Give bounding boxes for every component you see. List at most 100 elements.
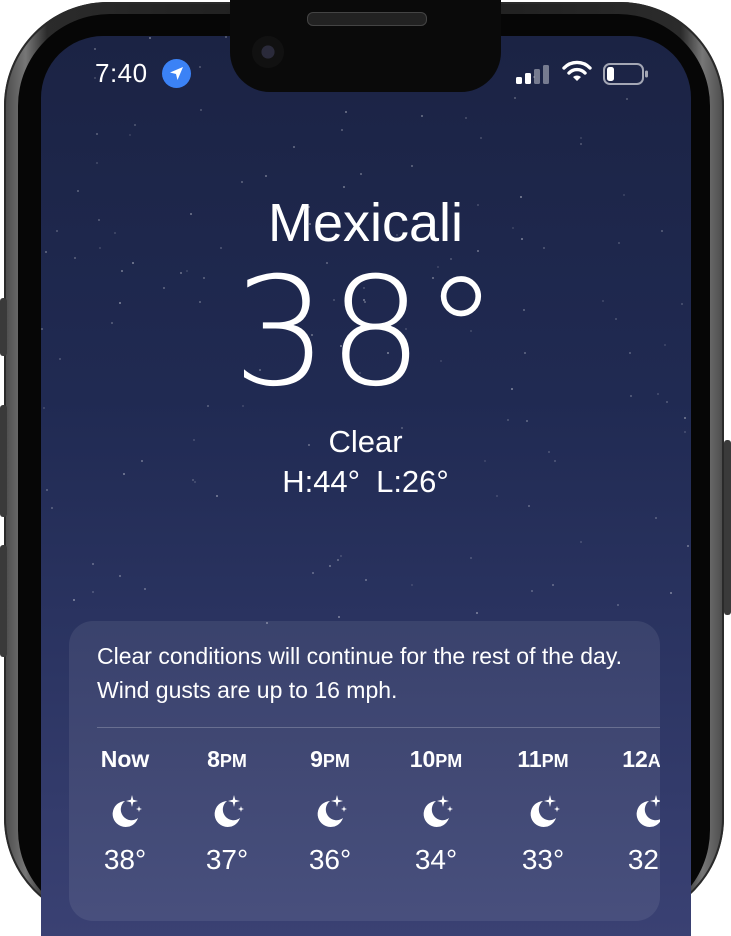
- hour-suffix: PM: [435, 751, 463, 771]
- star: [465, 117, 467, 119]
- star: [51, 507, 53, 509]
- star: [484, 460, 486, 462]
- star: [129, 134, 131, 136]
- moon-stars-icon: [396, 792, 476, 832]
- star: [225, 36, 227, 38]
- hour-number: 9: [310, 746, 323, 772]
- star: [411, 584, 413, 586]
- earpiece-speaker: [307, 12, 427, 26]
- star: [580, 143, 582, 145]
- hour-number: 12: [622, 746, 648, 772]
- star: [580, 541, 582, 543]
- hour-number: 10: [409, 746, 436, 772]
- hour-temperature: 32°: [627, 844, 660, 875]
- star: [96, 133, 98, 135]
- hour-number: Now: [100, 746, 150, 772]
- star: [670, 592, 672, 594]
- star: [480, 137, 482, 139]
- star: [687, 545, 689, 547]
- star: [293, 146, 295, 148]
- star: [470, 557, 472, 559]
- star: [421, 115, 423, 117]
- hourly-forecast-card[interactable]: Clear conditions will continue for the r…: [69, 621, 660, 921]
- star: [554, 460, 556, 462]
- star: [514, 97, 516, 99]
- star: [345, 111, 347, 113]
- star: [96, 162, 98, 164]
- star: [655, 517, 657, 519]
- moon-stars-icon: [609, 792, 660, 832]
- high-low: H:44° L:26°: [0, 464, 731, 500]
- star: [626, 98, 628, 100]
- star: [141, 460, 143, 462]
- hour-label: 11PM: [503, 746, 583, 780]
- moon-stars-icon: [290, 792, 370, 832]
- hour-item: 10PM 34°: [396, 746, 476, 876]
- condition-text: Clear: [328, 424, 403, 459]
- hour-item: 9PM 36°: [290, 746, 370, 876]
- star: [144, 588, 146, 590]
- hour-label: Now: [85, 746, 165, 780]
- star: [684, 417, 686, 419]
- hour-label: 10PM: [396, 746, 476, 780]
- battery-icon: [603, 63, 649, 90]
- star: [149, 37, 151, 39]
- hour-item: 11PM 33°: [503, 746, 583, 876]
- hour-temperature: 37°: [205, 844, 249, 875]
- cellular-signal-icon: [516, 64, 550, 89]
- hour-number: 11: [517, 746, 542, 772]
- front-camera: [252, 36, 284, 68]
- hour-temperature: 36°: [308, 844, 352, 875]
- star: [343, 186, 345, 188]
- star: [531, 590, 533, 592]
- star: [365, 579, 367, 581]
- hour-suffix: PM: [541, 751, 569, 771]
- star: [329, 565, 331, 567]
- location-arrow-icon: [162, 59, 191, 88]
- wifi-icon: [562, 60, 592, 89]
- hour-label: 9PM: [290, 746, 370, 780]
- star: [241, 181, 243, 183]
- star: [119, 575, 121, 577]
- hour-temperature: 38°: [103, 844, 147, 875]
- hour-label: 12AM: [609, 746, 660, 780]
- star: [526, 420, 528, 422]
- star: [360, 173, 362, 175]
- star: [312, 572, 314, 574]
- star: [341, 129, 343, 131]
- star: [340, 555, 342, 557]
- city-name: Mexicali: [267, 193, 464, 253]
- hour-suffix: AM: [647, 751, 660, 771]
- star: [617, 604, 619, 606]
- forecast-summary: Clear conditions will continue for the r…: [97, 643, 623, 703]
- high-temperature: H:44°: [282, 464, 361, 499]
- star: [199, 66, 201, 68]
- star: [92, 591, 94, 593]
- card-divider: [97, 727, 660, 728]
- star: [265, 175, 267, 177]
- hour-suffix: PM: [322, 751, 350, 771]
- star: [73, 599, 75, 601]
- volume-down-button: [0, 545, 7, 657]
- moon-stars-icon: [85, 792, 165, 832]
- hour-temperature: 33°: [521, 844, 565, 875]
- hour-item: 12AM 32°: [609, 746, 660, 876]
- star: [476, 612, 478, 614]
- moon-stars-icon: [187, 792, 267, 832]
- hour-label: 8PM: [187, 746, 267, 780]
- low-temperature: L:26°: [376, 464, 449, 499]
- moon-stars-icon: [503, 792, 583, 832]
- star: [580, 137, 582, 139]
- status-time: 7:40: [95, 58, 148, 88]
- star: [411, 165, 413, 167]
- star: [507, 419, 509, 421]
- current-temperature: 38°: [232, 246, 499, 420]
- star: [94, 48, 96, 50]
- star: [338, 616, 340, 618]
- volume-up-button: [0, 405, 7, 517]
- hour-item: 8PM 37°: [187, 746, 267, 876]
- hour-suffix: PM: [219, 751, 247, 771]
- star: [528, 505, 530, 507]
- hour-temperature: 34°: [414, 844, 458, 875]
- star: [337, 559, 339, 561]
